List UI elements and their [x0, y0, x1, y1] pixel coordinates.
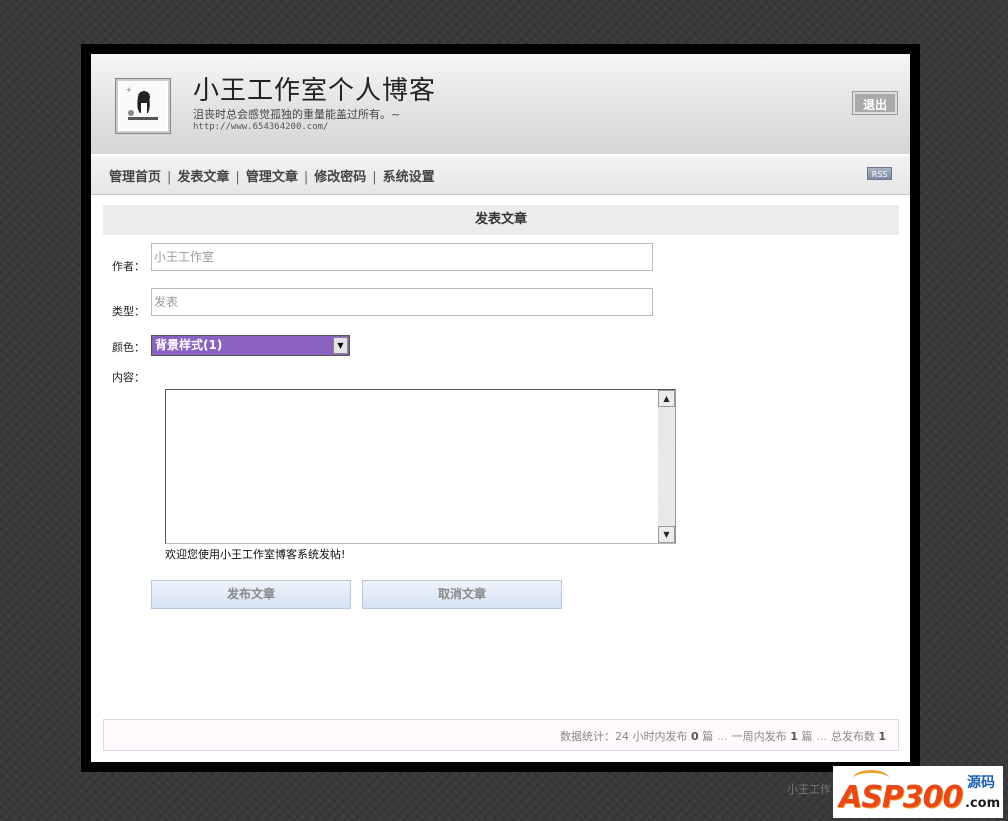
site-slogan: 沮丧时总会感觉孤独的重量能盖过所有。~	[193, 108, 401, 121]
nav-separator: |	[167, 170, 172, 185]
nav-item-manage-articles[interactable]: 管理文章	[246, 170, 298, 185]
color-select-value: 背景样式(1)	[155, 338, 223, 352]
site-title: 小王工作室个人博客	[193, 76, 437, 106]
scroll-up-icon[interactable]: ▲	[658, 390, 675, 407]
stats-dots: ...	[816, 730, 827, 743]
section-title: 发表文章	[103, 205, 899, 235]
avatar-icon: +	[115, 78, 171, 134]
nav-item-system-settings[interactable]: 系统设置	[383, 170, 435, 185]
brand-cn: 源码	[967, 775, 995, 791]
content-label: 内容：	[112, 371, 145, 384]
stats-prefix: 数据统计：	[560, 730, 616, 743]
nav-separator: |	[372, 170, 377, 185]
color-label: 颜色：	[112, 341, 145, 354]
nav-item-post-article[interactable]: 发表文章	[177, 170, 229, 185]
submit-article-button[interactable]: 发布文章	[151, 580, 351, 609]
stats-unit: 篇	[702, 730, 714, 743]
scroll-down-icon[interactable]: ▼	[658, 526, 675, 543]
stats-week-count: 1	[790, 730, 798, 743]
header: + 小王工作室个人博客 沮丧时总会感觉孤独的重量能盖过所有。~ http://w…	[91, 54, 910, 154]
footer-text: 小王工作	[787, 783, 831, 796]
type-label: 类型：	[112, 305, 145, 318]
brand-com: .com	[965, 796, 1001, 811]
nav-item-admin-home[interactable]: 管理首页	[109, 170, 161, 185]
nav-item-change-password[interactable]: 修改密码	[314, 170, 366, 185]
cancel-article-button[interactable]: 取消文章	[362, 580, 562, 609]
stats-hours: 24	[615, 730, 630, 743]
admin-page: + 小王工作室个人博客 沮丧时总会感觉孤独的重量能盖过所有。~ http://w…	[91, 54, 910, 762]
stats-day-count: 0	[691, 730, 699, 743]
stats-dots: ...	[717, 730, 728, 743]
nav-separator: |	[235, 170, 240, 185]
content-textarea[interactable]: ▲ ▼	[165, 389, 676, 544]
rss-icon[interactable]: RSS	[867, 167, 892, 180]
chevron-down-icon[interactable]: ▼	[333, 337, 348, 354]
svg-text:+: +	[126, 86, 132, 94]
type-field[interactable]: 发表	[151, 288, 653, 316]
nav-bar: 管理首页 | 发表文章 | 管理文章 | 修改密码 | 系统设置	[91, 155, 910, 195]
site-url[interactable]: http://www.654364200.com/	[193, 122, 328, 132]
stats-text: 数据统计：24 小时内发布 0 篇... 一周内发布 1 篇... 总发布数 1	[560, 728, 886, 744]
stats-total-prefix: 总发布数	[830, 730, 875, 743]
author-field[interactable]: 小王工作室	[151, 243, 653, 271]
stats-bar: 数据统计：24 小时内发布 0 篇... 一周内发布 1 篇... 总发布数 1	[103, 719, 899, 751]
stats-hours-suffix: 小时内发布	[632, 730, 688, 743]
brand-main: ASP300	[839, 780, 963, 815]
author-label: 作者：	[112, 260, 145, 273]
stats-total-count: 1	[878, 730, 886, 743]
textarea-scrollbar[interactable]: ▲ ▼	[658, 390, 675, 543]
stats-week-prefix: 一周内发布	[731, 730, 787, 743]
nav-separator: |	[303, 170, 309, 185]
color-select[interactable]: 背景样式(1) ▼	[151, 335, 350, 356]
stats-unit: 篇	[801, 730, 813, 743]
nav-menu: 管理首页 | 发表文章 | 管理文章 | 修改密码 | 系统设置	[109, 166, 435, 185]
outer-frame: + 小王工作室个人博客 沮丧时总会感觉孤独的重量能盖过所有。~ http://w…	[81, 44, 920, 772]
brand-logo: ASP300 源码 .com	[833, 766, 1003, 818]
logout-button[interactable]: 退出	[852, 91, 898, 115]
welcome-note: 欢迎您使用小王工作室博客系统发帖!	[165, 548, 346, 561]
